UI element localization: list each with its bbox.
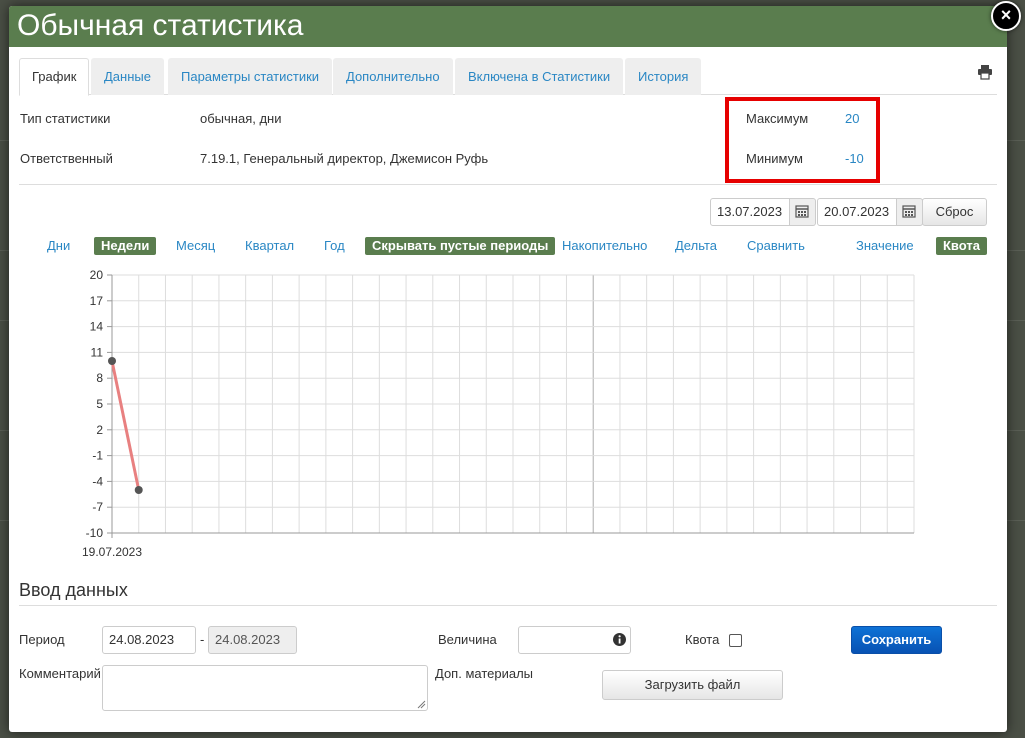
period-from-input[interactable]: 24.08.2023	[102, 626, 196, 654]
statistics-modal: Обычная статистика График Данные Парамет…	[9, 6, 1007, 732]
resize-handle-icon[interactable]	[417, 700, 426, 709]
y-tick-label: 20	[90, 268, 104, 282]
upload-file-button[interactable]: Загрузить файл	[602, 670, 783, 700]
y-tick-label: 14	[90, 320, 104, 334]
comment-label: Комментарий	[19, 666, 101, 681]
materials-label: Доп. материалы	[435, 666, 534, 681]
y-tick-label: 8	[96, 371, 103, 385]
y-tick-label: 17	[90, 294, 104, 308]
series-line	[110, 360, 141, 491]
period-label: Период	[19, 632, 65, 647]
info-icon	[613, 633, 626, 646]
data-entry-title: Ввод данных	[19, 580, 128, 600]
close-button[interactable]: ×	[991, 1, 1021, 31]
quota-label: Квота	[685, 632, 720, 647]
save-button[interactable]: Сохранить	[851, 626, 942, 654]
y-tick-label: 11	[91, 345, 104, 359]
statistics-chart: 20 17 14 11 8 5 2 -1 -4 -7 -10 19.07.2023	[82, 268, 915, 559]
y-tick-label: -10	[86, 526, 104, 540]
quota-checkbox[interactable]	[729, 634, 742, 647]
y-tick-label: 5	[96, 397, 103, 411]
y-tick-label: 2	[96, 423, 103, 437]
y-tick-label: -7	[92, 500, 103, 514]
period-separator: -	[200, 632, 205, 647]
x-tick-label: 19.07.2023	[82, 545, 142, 559]
data-point	[134, 486, 143, 494]
comment-textarea[interactable]	[102, 665, 428, 711]
value-input[interactable]	[518, 626, 631, 654]
value-label: Величина	[438, 632, 497, 647]
data-point	[108, 357, 116, 365]
y-tick-label: -1	[92, 449, 103, 463]
y-tick-label: -4	[92, 474, 103, 488]
divider	[19, 605, 997, 606]
period-to-input: 24.08.2023	[208, 626, 297, 654]
